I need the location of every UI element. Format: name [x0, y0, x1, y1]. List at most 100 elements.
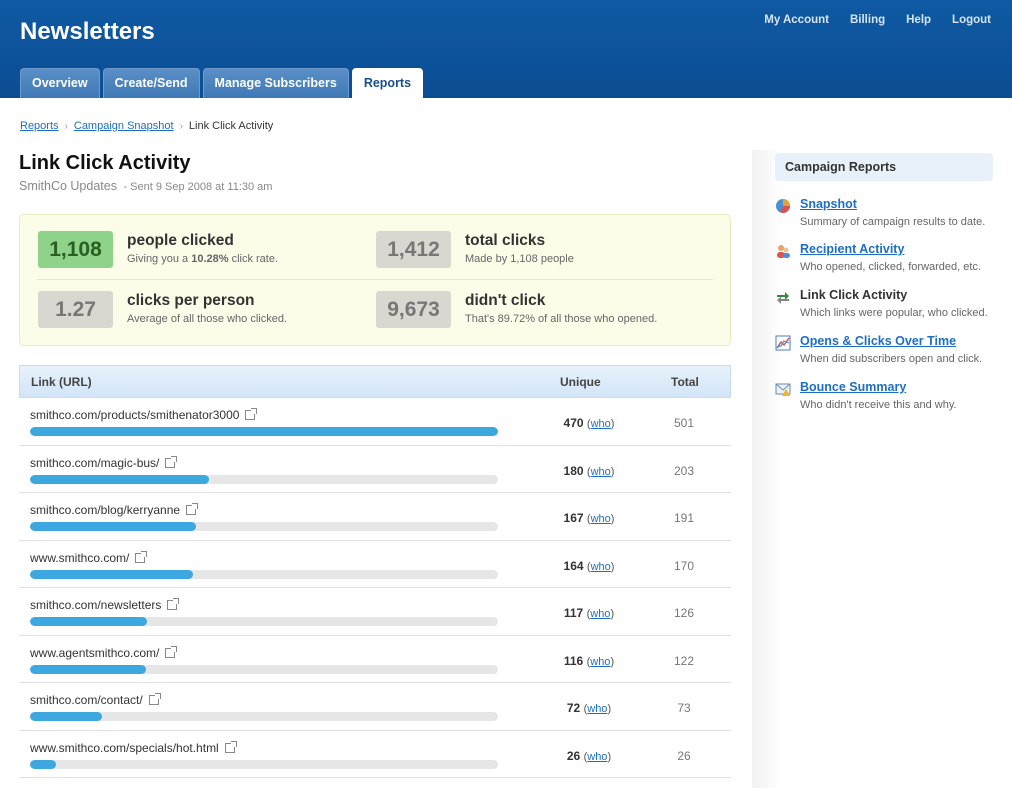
unique-count-cell: 72 (who) [566, 701, 612, 715]
envelope-warning-icon [775, 383, 791, 396]
sidebar-item-description: Which links were popular, who clicked. [800, 307, 988, 319]
header-bar: Newsletters My Account Billing Help Logo… [0, 0, 1012, 99]
page-title: Link Click Activity [19, 152, 191, 174]
click-bar [30, 617, 498, 626]
help-link[interactable]: Help [906, 14, 931, 26]
who-link[interactable]: who [587, 751, 607, 763]
external-link-icon[interactable] [165, 645, 178, 658]
unique-count: 72 [566, 701, 581, 715]
tab-reports[interactable]: Reports [351, 68, 424, 99]
unique-count-cell: 117 (who) [563, 606, 615, 620]
billing-link[interactable]: Billing [850, 14, 885, 26]
stat-label: clicks per person [127, 292, 255, 309]
external-link-icon[interactable] [186, 503, 199, 515]
sent-date: - Sent 9 Sep 2008 at 11:30 am [123, 181, 273, 193]
click-bar-fill [30, 474, 210, 484]
link-url[interactable]: smithco.com/products/smithenator3000 [30, 408, 239, 422]
link-url[interactable]: smithco.com/blog/kerryanne [30, 503, 180, 517]
app-title: Newsletters [20, 18, 155, 45]
sidebar-link-snapshot[interactable]: Snapshot [800, 197, 857, 211]
stat-people-clicked: 1,108 people clicked Giving you a 10.28%… [38, 231, 278, 268]
breadcrumb-current: Link Click Activity [188, 120, 274, 132]
total-count: 126 [673, 606, 695, 620]
sidebar-heading: Campaign Reports [775, 153, 993, 181]
table-row: smithco.com/newsletters 117 (who) 126 [19, 588, 731, 636]
chevron-right-icon: › [179, 120, 183, 132]
external-link-icon[interactable] [167, 598, 180, 610]
tab-create-send[interactable]: Create/Send [102, 68, 200, 98]
total-count: 170 [673, 558, 695, 573]
click-bar-fill [30, 617, 147, 626]
logout-link[interactable]: Logout [952, 14, 991, 26]
external-link-icon[interactable] [245, 408, 258, 420]
unique-count: 26 [566, 748, 581, 763]
external-link-icon[interactable] [148, 693, 161, 705]
campaign-reports-sidebar: Campaign Reports Snapshot Summary of cam… [775, 153, 993, 411]
sidebar-link-opens-clicks[interactable]: Opens & Clicks Over Time [800, 334, 956, 348]
link-url-cell: smithco.com/products/smithenator3000 [30, 408, 258, 422]
link-url[interactable]: smithco.com/magic-bus/ [30, 456, 159, 470]
link-url[interactable]: www.smithco.com/ [30, 551, 129, 565]
external-link-icon[interactable] [135, 550, 148, 563]
who-link[interactable]: who [590, 656, 610, 668]
who-link[interactable]: who [590, 608, 610, 620]
click-bar-fill [30, 427, 498, 436]
unique-count: 164 [563, 558, 584, 573]
stats-divider [37, 279, 713, 280]
tab-manage-subscribers[interactable]: Manage Subscribers [202, 68, 349, 98]
unique-count: 470 [563, 416, 584, 430]
pie-chart-icon [776, 199, 790, 213]
table-body: smithco.com/products/smithenator3000 470 … [19, 398, 731, 778]
unique-count-cell: 164 (who) [563, 558, 615, 573]
link-url-cell: smithco.com/contact/ [30, 693, 161, 707]
column-header-link[interactable]: Link (URL) [31, 375, 92, 389]
link-url[interactable]: www.agentsmithco.com/ [30, 646, 159, 660]
sidebar-link-bounce-summary[interactable]: Bounce Summary [800, 380, 906, 394]
sidebar-current-link-click-activity: Link Click Activity [800, 288, 908, 302]
click-bar-fill [30, 569, 194, 579]
total-count: 122 [673, 653, 695, 668]
who-link[interactable]: who [591, 466, 611, 478]
link-url[interactable]: smithco.com/contact/ [30, 693, 143, 707]
table-row: smithco.com/magic-bus/180 (who) 203 [19, 446, 731, 493]
stat-label: total clicks [465, 232, 546, 249]
who-link[interactable]: who [591, 561, 611, 573]
chevron-right-icon: › [64, 120, 68, 132]
breadcrumb-reports[interactable]: Reports [20, 120, 59, 132]
sidebar-item-description: Who opened, clicked, forwarded, etc. [800, 261, 981, 273]
unique-count-cell: 470 (who) [563, 416, 615, 430]
unique-count-cell: 26 (who) [566, 748, 612, 763]
column-header-unique[interactable]: Unique [560, 375, 601, 389]
campaign-subtitle: SmithCo Updates - Sent 9 Sep 2008 at 11:… [19, 179, 272, 193]
table-row: www.smithco.com/164 (who) 170 [19, 541, 731, 588]
link-url-cell: www.smithco.com/specials/hot.html [30, 740, 237, 755]
table-row: smithco.com/products/smithenator3000 470 … [19, 398, 731, 446]
click-bar-fill [30, 759, 56, 769]
table-header: Link (URL) Unique Total [19, 365, 731, 398]
stat-total-clicks: 1,412 total clicks Made by 1,108 people [376, 231, 574, 268]
who-link[interactable]: who [587, 703, 607, 715]
link-url-cell: www.smithco.com/ [30, 550, 148, 565]
breadcrumb-campaign-snapshot[interactable]: Campaign Snapshot [74, 120, 174, 132]
stats-summary-box: 1,108 people clicked Giving you a 10.28%… [19, 214, 731, 346]
who-link[interactable]: who [591, 513, 611, 525]
total-count: 203 [673, 463, 695, 478]
who-link[interactable]: who [591, 418, 611, 430]
link-arrows-icon [777, 292, 789, 304]
external-link-icon[interactable] [224, 740, 237, 753]
click-bar [30, 474, 498, 484]
unique-count-cell: 116 (who) [563, 653, 615, 668]
link-url[interactable]: www.smithco.com/specials/hot.html [30, 741, 219, 755]
stat-value: 9,673 [376, 291, 451, 328]
link-url[interactable]: smithco.com/newsletters [30, 598, 161, 612]
my-account-link[interactable]: My Account [764, 14, 829, 26]
external-link-icon[interactable] [165, 455, 178, 468]
sidebar-link-recipient-activity[interactable]: Recipient Activity [800, 242, 904, 256]
click-bar-fill [30, 522, 197, 531]
tab-overview[interactable]: Overview [20, 68, 100, 98]
total-count: 191 [673, 511, 695, 525]
table-row: smithco.com/contact/72 (who) 73 [19, 683, 731, 731]
column-header-total[interactable]: Total [671, 375, 699, 389]
click-bar [30, 664, 498, 674]
link-url-cell: www.agentsmithco.com/ [30, 645, 178, 660]
